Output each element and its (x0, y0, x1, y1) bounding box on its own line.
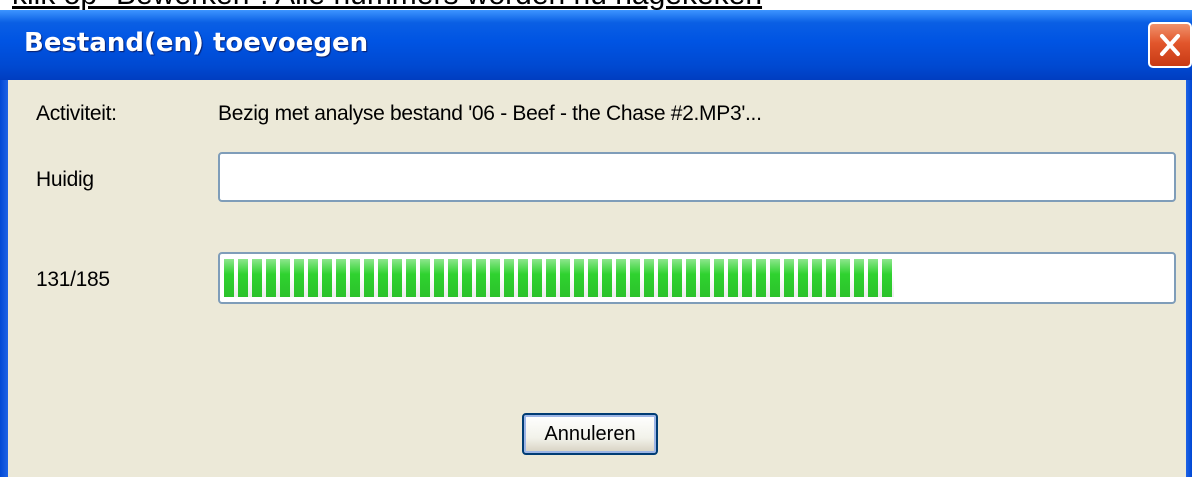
window-frame-left (0, 80, 8, 477)
current-progress-bar (218, 152, 1176, 202)
title-bar[interactable]: Bestand(en) toevoegen (0, 10, 1192, 80)
activity-text: Bezig met analyse bestand '06 - Beef - t… (218, 102, 762, 125)
window-frame-right (1186, 80, 1192, 477)
close-button[interactable] (1148, 22, 1192, 68)
progress-count-label: 131/185 (36, 268, 110, 291)
dialog-title: Bestand(en) toevoegen (24, 28, 369, 58)
activity-label: Activiteit: (36, 102, 117, 125)
total-progress-fill (224, 259, 894, 297)
add-files-dialog: Bestand(en) toevoegen Activiteit: Bezig … (0, 10, 1192, 477)
cancel-button[interactable]: Annuleren (522, 413, 658, 455)
total-progress-bar (218, 252, 1176, 304)
current-label: Huidig (36, 168, 94, 191)
close-icon (1160, 34, 1180, 56)
